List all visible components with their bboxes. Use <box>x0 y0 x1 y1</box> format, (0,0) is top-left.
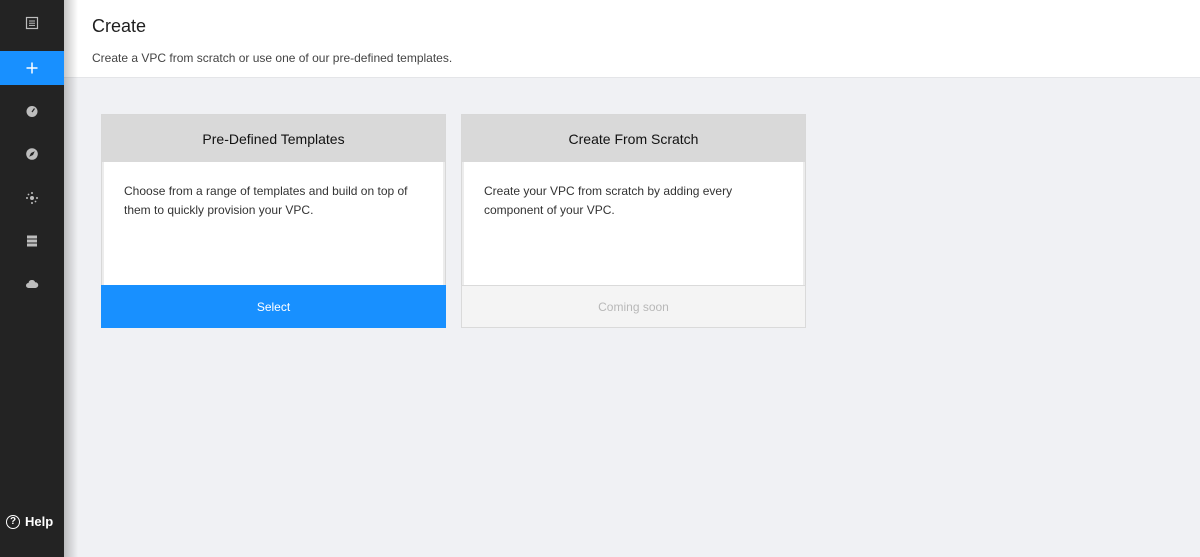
select-button[interactable]: Select <box>101 285 446 328</box>
create-from-scratch-card: Create From Scratch Create your VPC from… <box>461 114 806 328</box>
sidebar-item-cloud[interactable] <box>0 267 64 301</box>
card-title: Pre-Defined Templates <box>102 115 445 162</box>
help-icon: ? <box>6 514 20 529</box>
card-title: Create From Scratch <box>462 115 805 162</box>
help-button[interactable]: ? Help <box>6 514 53 529</box>
sidebar: ? Help <box>0 0 64 557</box>
predefined-templates-card: Pre-Defined Templates Choose from a rang… <box>101 114 446 328</box>
sidebar-item-list[interactable] <box>0 6 64 40</box>
card-description: Choose from a range of templates and bui… <box>102 162 445 285</box>
dashboard-icon <box>26 106 38 117</box>
page-header: Create Create a VPC from scratch or use … <box>64 0 1200 78</box>
card-description: Create your VPC from scratch by adding e… <box>462 162 805 285</box>
server-icon <box>27 235 37 247</box>
sidebar-shadow <box>64 0 78 557</box>
sidebar-item-network[interactable] <box>0 181 64 215</box>
coming-soon-button: Coming soon <box>461 285 806 328</box>
plus-icon <box>26 62 38 74</box>
page-subtitle: Create a VPC from scratch or use one of … <box>92 51 453 65</box>
sidebar-item-dashboard[interactable] <box>0 94 64 128</box>
sidebar-item-servers[interactable] <box>0 224 64 258</box>
help-label: Help <box>25 514 54 529</box>
list-icon <box>25 16 39 30</box>
sidebar-item-explore[interactable] <box>0 137 64 171</box>
page-title: Create <box>92 16 147 36</box>
compass-icon <box>26 148 38 160</box>
network-icon <box>26 192 38 204</box>
sidebar-item-create[interactable] <box>0 51 64 85</box>
cloud-icon <box>26 280 39 288</box>
